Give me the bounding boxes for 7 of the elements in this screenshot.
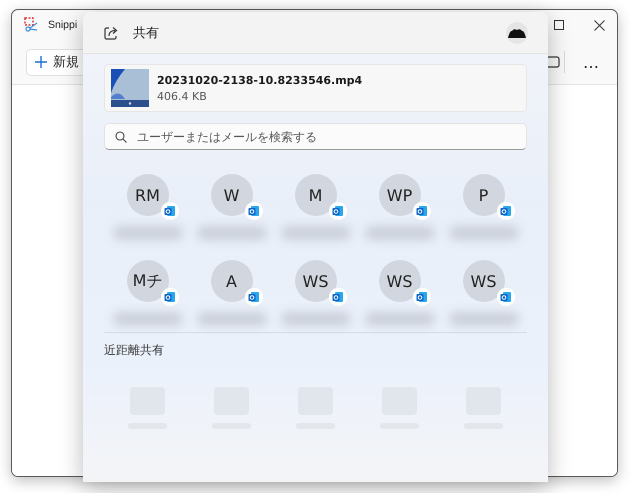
section-title: 近距離共有 (104, 342, 165, 359)
file-size: 406.4 KB (157, 90, 208, 102)
file-name: 20231020-2138-10.8233546.mp4 (157, 74, 362, 86)
window-title: Snippi (48, 19, 78, 31)
share-title: 共有 (133, 24, 159, 42)
more-button[interactable]: … (579, 52, 603, 72)
search-field[interactable]: ユーザーまたはメールを検索する (104, 123, 527, 150)
